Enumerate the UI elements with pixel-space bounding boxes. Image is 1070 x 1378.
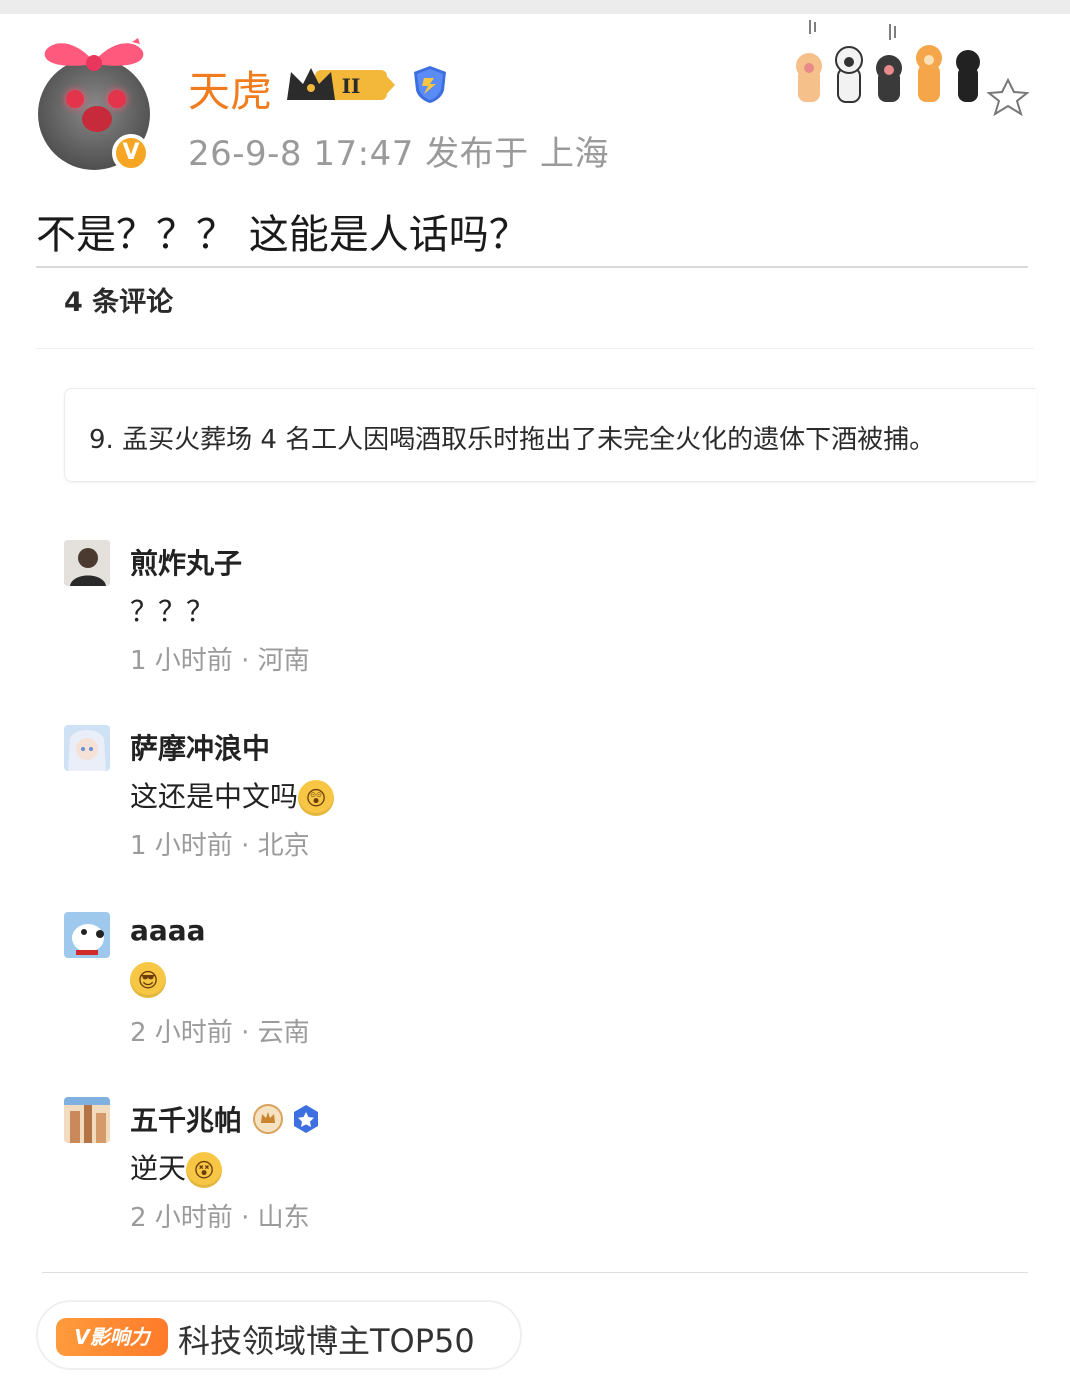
post-content: 不是？？？ 这能是人话吗？ <box>36 212 529 258</box>
avatar-eye-right <box>108 90 126 108</box>
quoted-news-card: 9. 孟买火葬场 4 名工人因喝酒取乐时拖出了未完全火化的遗体下酒被捕。 <box>64 388 1036 482</box>
commenter-name[interactable]: aaaa <box>130 914 206 947</box>
divider <box>42 1272 1028 1273</box>
comment-text: 这还是中文吗 😲 <box>130 775 335 816</box>
avatar-mouth <box>82 106 112 132</box>
comment-item: aaaa 😎 2 小时前 · 云南 <box>0 912 1070 1072</box>
avatar-person-icon <box>64 540 110 586</box>
level-badge-text: II <box>342 74 361 98</box>
comment-count: 4 条评论 <box>64 287 174 318</box>
commenter-avatar[interactable] <box>64 1097 110 1143</box>
comment-text-content: 逆天 <box>130 1152 187 1185</box>
comment-meta: 2 小时前 · 云南 <box>130 1018 310 1048</box>
comment-text: 😎 <box>130 962 166 998</box>
comment-text: 逆天 😵 <box>130 1147 223 1188</box>
commenter-avatar[interactable] <box>64 912 110 958</box>
comment-meta: 2 小时前 · 山东 <box>130 1203 310 1233</box>
avatar-anime-girl-icon <box>64 725 110 771</box>
verified-v-badge: V <box>112 134 150 172</box>
comment-item: 五千兆帕 逆天 😵 2 小时前 · 山东 <box>0 1097 1070 1257</box>
commenter-name[interactable]: 煎炸丸子 <box>130 542 242 582</box>
influence-badge: V影响力 <box>56 1318 168 1356</box>
comment-text-content: 这还是中文吗 <box>130 780 299 813</box>
influence-tag[interactable]: V影响力 科技领域博主TOP50 <box>36 1300 522 1370</box>
status-strip <box>0 0 1070 14</box>
astonished-emoji-icon: 😲 <box>298 780 335 816</box>
commenter-name[interactable]: 萨摩冲浪中 <box>130 727 270 767</box>
commenter-avatar[interactable] <box>64 540 110 586</box>
avatar-bow-decoration <box>44 38 144 71</box>
avatar-cartoon-dog-icon <box>64 912 110 958</box>
cat-paws-decoration <box>796 20 1030 117</box>
avatar-architecture-icon <box>64 1097 110 1143</box>
member-crown-badge: II <box>287 68 395 100</box>
commenter-avatar[interactable] <box>64 725 110 771</box>
quoted-news-text: 9. 孟买火葬场 4 名工人因喝酒取乐时拖出了未完全火化的遗体下酒被捕。 <box>89 425 936 455</box>
comment-item: 煎炸丸子 ？？？ 1 小时前 · 河南 <box>0 540 1070 700</box>
commenter-badges <box>253 1104 318 1134</box>
divider <box>36 266 1028 268</box>
comment-item: 萨摩冲浪中 这还是中文吗 😲 1 小时前 · 北京 <box>0 725 1070 885</box>
divider <box>36 348 1034 349</box>
dizzy-emoji-icon: 😵 <box>186 1152 223 1188</box>
cool-emoji-icon: 😎 <box>130 962 166 998</box>
comment-text: ？？？ <box>130 595 215 628</box>
avatar-eye-left <box>66 90 84 108</box>
commenter-name[interactable]: 五千兆帕 <box>130 1099 242 1139</box>
shield-verified-icon <box>414 66 446 103</box>
influence-text: 科技领域博主TOP50 <box>178 1322 475 1360</box>
comment-meta: 1 小时前 · 北京 <box>130 831 310 861</box>
post-timestamp-location: 26-9-8 17:47 发布于 上海 <box>188 134 609 174</box>
comment-meta: 1 小时前 · 河南 <box>130 646 310 676</box>
post-username[interactable]: 天虎 <box>188 58 272 119</box>
